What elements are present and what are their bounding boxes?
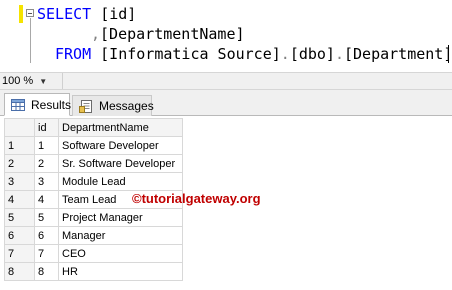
- cell-departmentname[interactable]: CEO: [58, 244, 183, 263]
- messages-icon: [79, 99, 93, 113]
- text-cursor: [448, 45, 449, 63]
- horizontal-scrollbar[interactable]: [62, 73, 452, 89]
- row-number[interactable]: 3: [4, 172, 35, 191]
- zoom-dropdown[interactable]: 100 % ▼: [2, 74, 60, 88]
- table-row[interactable]: 6 6 Manager: [4, 226, 183, 245]
- fold-guide-line: [30, 18, 31, 63]
- row-number[interactable]: 7: [4, 244, 35, 263]
- watermark-text: ©tutorialgateway.org: [132, 191, 261, 206]
- cell-id[interactable]: 5: [34, 208, 59, 227]
- change-marker: [19, 5, 23, 23]
- table-row[interactable]: 3 3 Module Lead: [4, 172, 183, 191]
- keyword-select: SELECT: [37, 5, 92, 23]
- schema-name: [dbo]: [289, 45, 335, 63]
- table-row[interactable]: 1 1 Software Developer: [4, 136, 183, 155]
- cell-id[interactable]: 4: [34, 190, 59, 209]
- query-editor[interactable]: SELECT [id] ,[DepartmentName] FROM [Info…: [0, 0, 452, 72]
- comma-operator: ,: [91, 25, 101, 43]
- column-id: [id]: [91, 5, 137, 23]
- table-row[interactable]: 7 7 CEO: [4, 244, 183, 263]
- row-number[interactable]: 1: [4, 136, 35, 155]
- cell-departmentname[interactable]: HR: [58, 262, 183, 281]
- cell-id[interactable]: 8: [34, 262, 59, 281]
- grid-header-row: id DepartmentName: [4, 118, 183, 137]
- row-number[interactable]: 4: [4, 190, 35, 209]
- chevron-down-icon[interactable]: ▼: [39, 77, 47, 86]
- cell-id[interactable]: 1: [34, 136, 59, 155]
- cell-departmentname[interactable]: Manager: [58, 226, 183, 245]
- column-header-departmentname[interactable]: DepartmentName: [58, 118, 183, 137]
- row-number[interactable]: 2: [4, 154, 35, 173]
- tab-results[interactable]: Results: [4, 93, 72, 116]
- keyword-from: FROM: [55, 45, 92, 63]
- cell-id[interactable]: 6: [34, 226, 59, 245]
- zoom-value: 100 %: [2, 75, 34, 87]
- cell-id[interactable]: 2: [34, 154, 59, 173]
- grid-corner-cell[interactable]: [4, 118, 35, 137]
- cell-id[interactable]: 3: [34, 172, 59, 191]
- table-row[interactable]: 8 8 HR: [4, 262, 183, 281]
- cell-departmentname[interactable]: Module Lead: [58, 172, 183, 191]
- tab-messages[interactable]: Messages: [72, 95, 154, 116]
- tab-messages-label: Messages: [99, 99, 154, 113]
- cell-departmentname[interactable]: Project Manager: [58, 208, 183, 227]
- dot-separator-1: .: [280, 45, 290, 63]
- query-line-3: FROM [Informatica Source].[dbo].[Departm…: [55, 44, 452, 64]
- table-row[interactable]: 2 2 Sr. Software Developer: [4, 154, 183, 173]
- table-name: [Department]: [344, 45, 452, 63]
- row-number[interactable]: 5: [4, 208, 35, 227]
- table-row[interactable]: 5 5 Project Manager: [4, 208, 183, 227]
- query-line-2: ,[DepartmentName]: [91, 24, 245, 44]
- tab-results-label: Results: [31, 97, 72, 112]
- results-grid-area: id DepartmentName 1 1 Software Developer…: [0, 116, 452, 290]
- database-name: [Informatica Source]: [100, 45, 281, 63]
- row-number[interactable]: 6: [4, 226, 35, 245]
- cell-departmentname[interactable]: Software Developer: [58, 136, 183, 155]
- results-tab-bar: Results Messages: [0, 90, 452, 116]
- column-header-id[interactable]: id: [34, 118, 59, 137]
- cell-departmentname[interactable]: Sr. Software Developer: [58, 154, 183, 173]
- collapse-toggle-icon[interactable]: [26, 9, 34, 17]
- grid-icon: [11, 98, 25, 111]
- query-line-1: SELECT [id]: [37, 4, 136, 24]
- row-number[interactable]: 8: [4, 262, 35, 281]
- column-departmentname: [DepartmentName]: [100, 25, 245, 43]
- dot-separator-2: .: [334, 45, 344, 63]
- zoom-bar: 100 % ▼: [0, 72, 452, 90]
- cell-id[interactable]: 7: [34, 244, 59, 263]
